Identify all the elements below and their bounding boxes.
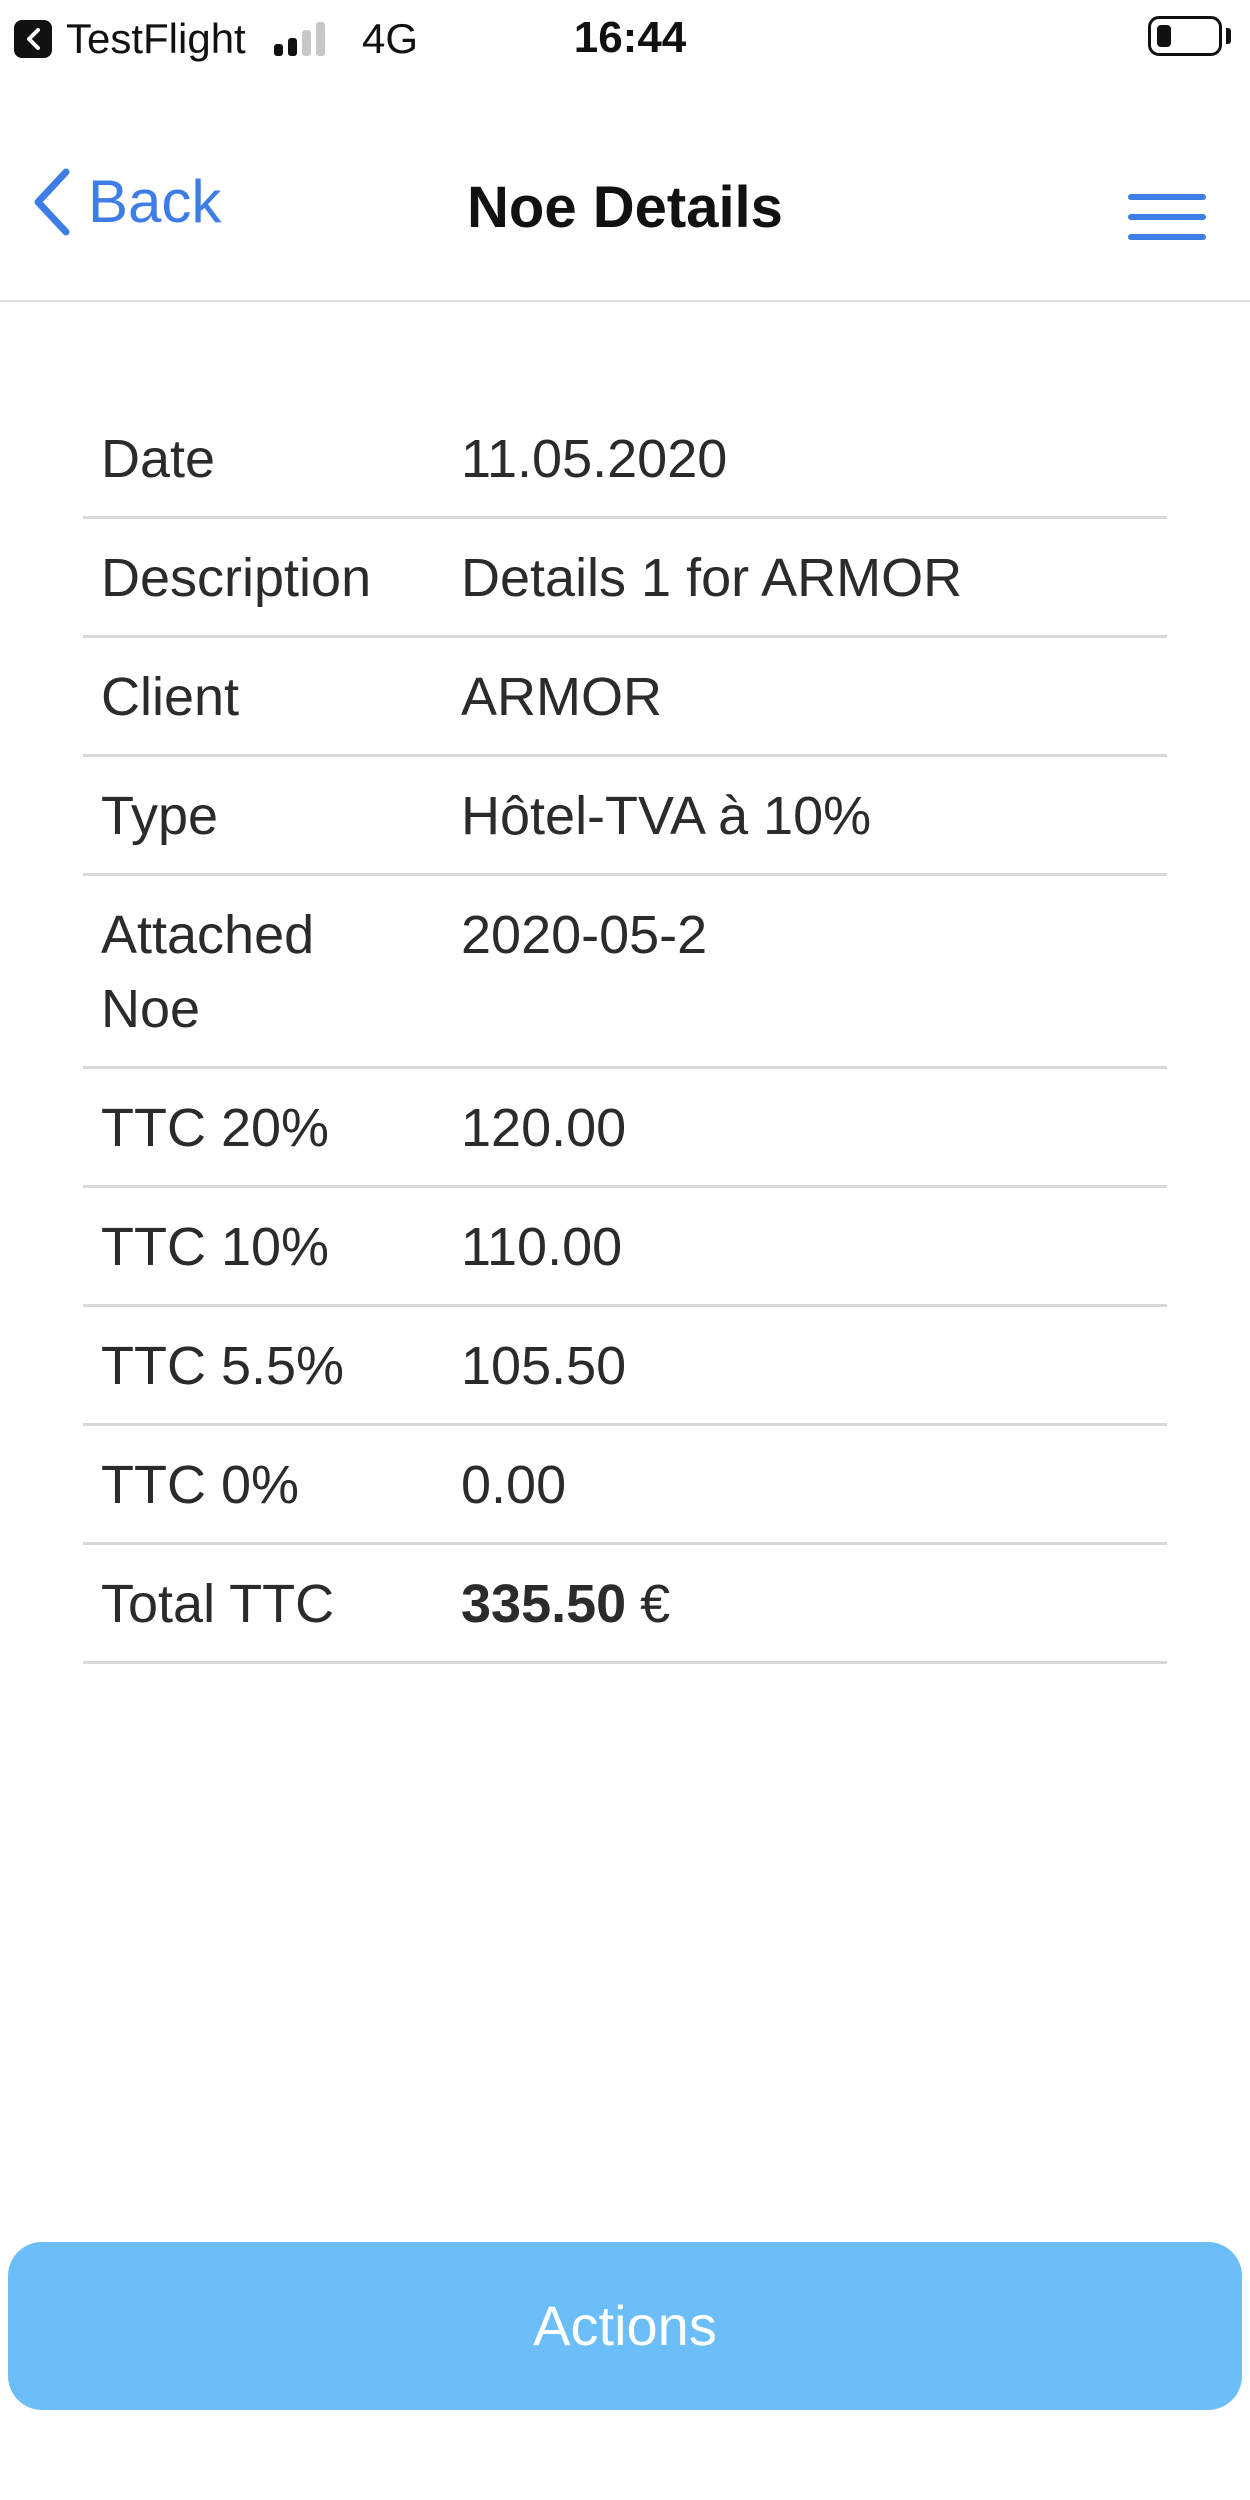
detail-value: ARMOR	[461, 667, 662, 727]
detail-value: 110.00	[461, 1217, 623, 1277]
detail-row-type: Type Hôtel-TVA à 10%	[83, 757, 1167, 876]
detail-row-ttc-0: TTC 0% 0.00	[83, 1426, 1167, 1545]
detail-row-description: Description Details 1 for ARMOR	[83, 519, 1167, 638]
detail-value: 11.05.2020	[461, 429, 728, 489]
detail-label: TTC 20%	[101, 1098, 330, 1158]
hamburger-menu-icon[interactable]	[1128, 190, 1206, 246]
back-button[interactable]: Back	[28, 162, 221, 242]
actions-button[interactable]: Actions	[8, 2242, 1242, 2410]
status-bar: TestFlight 4G 16:44	[0, 0, 1250, 80]
detail-label: Attached Noe	[101, 905, 315, 1039]
detail-value: 0.00	[461, 1455, 567, 1515]
total-amount: 335.50	[461, 1574, 627, 1634]
detail-value: 120.00	[461, 1098, 627, 1158]
detail-row-attached-noe: Attached Noe 2020-05-2	[83, 876, 1167, 1069]
navigation-bar: Back Noe Details	[0, 80, 1250, 302]
detail-value: Hôtel-TVA à 10%	[461, 786, 872, 846]
page-title: Noe Details	[467, 175, 783, 240]
detail-label: Client	[101, 667, 240, 727]
network-type: 4G	[362, 15, 419, 62]
detail-label: TTC 5.5%	[101, 1336, 345, 1396]
detail-label: TTC 10%	[101, 1217, 330, 1277]
detail-row-ttc-20: TTC 20% 120.00	[83, 1069, 1167, 1188]
total-value: 335.50 €	[461, 1567, 1167, 1641]
detail-label: Description	[101, 548, 372, 608]
detail-label: Date	[101, 429, 216, 489]
detail-label: TTC 0%	[101, 1455, 300, 1515]
battery-icon	[1148, 16, 1222, 56]
detail-value: 105.50	[461, 1336, 627, 1396]
signal-strength-icon	[274, 20, 330, 56]
detail-row-ttc-10: TTC 10% 110.00	[83, 1188, 1167, 1307]
total-currency: €	[640, 1574, 671, 1634]
details-table: Date 11.05.2020 Description Details 1 fo…	[83, 400, 1167, 1664]
detail-value: 2020-05-2	[461, 905, 708, 965]
detail-row-ttc-5-5: TTC 5.5% 105.50	[83, 1307, 1167, 1426]
detail-row-client: Client ARMOR	[83, 638, 1167, 757]
detail-row-total: Total TTC 335.50 €	[83, 1545, 1167, 1664]
detail-row-date: Date 11.05.2020	[83, 400, 1167, 519]
detail-label: Type	[101, 786, 219, 846]
chevron-left-icon	[34, 168, 70, 236]
status-app-name[interactable]: TestFlight	[66, 14, 246, 64]
status-time: 16:44	[573, 13, 687, 62]
battery-level	[1157, 25, 1171, 47]
detail-value: Details 1 for ARMOR	[461, 548, 963, 608]
battery-tip	[1226, 28, 1231, 44]
back-to-app-icon[interactable]	[14, 20, 52, 58]
total-label: Total TTC	[101, 1574, 335, 1634]
back-button-label: Back	[88, 168, 222, 235]
